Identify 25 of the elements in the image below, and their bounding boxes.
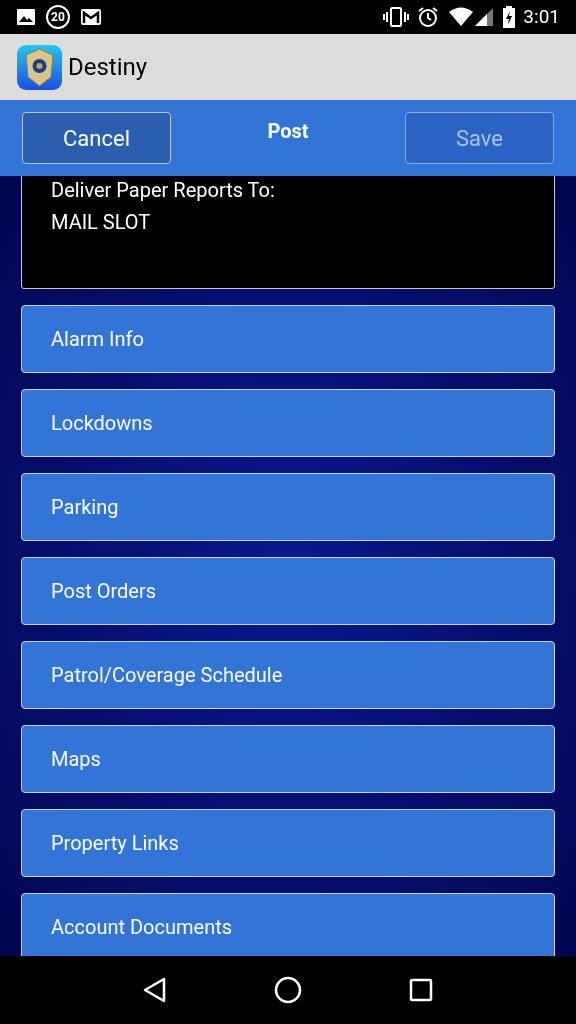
menu-item[interactable]: Alarm Info	[21, 305, 555, 373]
home-icon[interactable]	[274, 976, 302, 1004]
screen-title: Post	[267, 118, 309, 145]
menu-item[interactable]: Patrol/Coverage Schedule	[21, 641, 555, 709]
image-icon	[16, 8, 36, 26]
menu-item[interactable]: Property Links	[21, 809, 555, 877]
app-title: Destiny	[68, 52, 148, 83]
recents-icon[interactable]	[408, 978, 433, 1002]
clock-time: 3:01	[523, 3, 560, 30]
info-text: MAIL SLOT	[51, 209, 152, 236]
vibrate-icon	[383, 6, 410, 28]
mail-icon	[80, 8, 102, 26]
info-text: Deliver Paper Reports To:	[51, 177, 276, 204]
battery-icon	[503, 6, 516, 28]
badge-logo-icon	[17, 44, 62, 90]
menu-item[interactable]: Lockdowns	[21, 389, 555, 457]
menu-item[interactable]: Post Orders	[21, 557, 555, 625]
notification-count-icon: 20	[46, 5, 70, 29]
alarm-icon	[417, 6, 440, 28]
menu-item[interactable]: Parking	[21, 473, 555, 541]
menu-item[interactable]: Account Documents	[21, 893, 555, 956]
back-icon[interactable]	[143, 977, 168, 1003]
menu-item[interactable]: Maps	[21, 725, 555, 793]
cancel-button[interactable]: Cancel	[22, 112, 171, 164]
signal-icon	[475, 8, 494, 26]
